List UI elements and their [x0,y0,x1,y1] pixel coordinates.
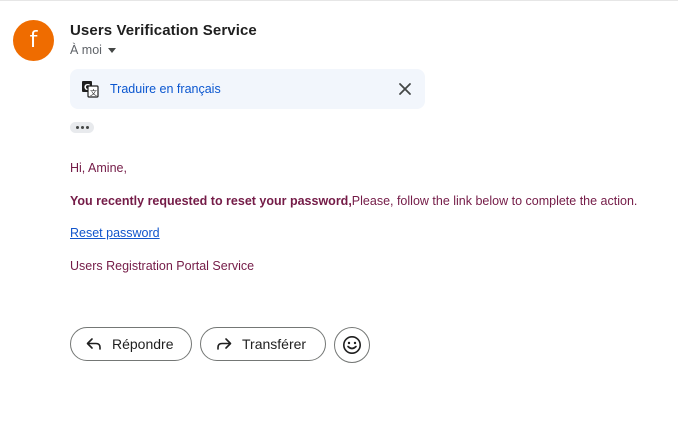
dot [86,126,89,129]
forward-button[interactable]: Transférer [200,327,326,361]
reply-arrow-icon [86,338,101,350]
caret-down-icon [107,47,116,53]
email-message: You recently requested to reset your pas… [70,194,637,208]
email-view: f Users Verification Service À moi G 文 T… [0,0,678,448]
close-icon[interactable] [397,81,413,97]
emoji-reaction-button[interactable] [334,327,370,363]
email-message-rest: Please, follow the link below to complet… [351,194,638,208]
recipient-details-toggle[interactable]: À moi [70,43,116,57]
sender-name: Users Verification Service [70,22,257,39]
reply-button[interactable]: Répondre [70,327,192,361]
reset-password-link[interactable]: Reset password [70,226,160,240]
dot [81,126,84,129]
translate-banner: G 文 Traduire en français [70,69,425,109]
email-signature: Users Registration Portal Service [70,259,255,273]
dot [76,126,79,129]
forward-arrow-icon [217,338,232,350]
svg-text:文: 文 [90,88,97,97]
translate-link[interactable]: Traduire en français [110,82,221,96]
email-message-bold: You recently requested to reset your pas… [70,194,352,208]
translate-icon: G 文 [82,81,99,98]
smiley-icon [343,336,361,354]
forward-label: Transférer [242,336,307,352]
more-dots-icon[interactable] [70,122,94,133]
top-divider [0,0,678,1]
sender-avatar[interactable]: f [13,20,54,61]
email-greeting: Hi, Amine, [70,161,127,175]
recipient-label: À moi [70,43,102,57]
reply-label: Répondre [112,336,174,352]
